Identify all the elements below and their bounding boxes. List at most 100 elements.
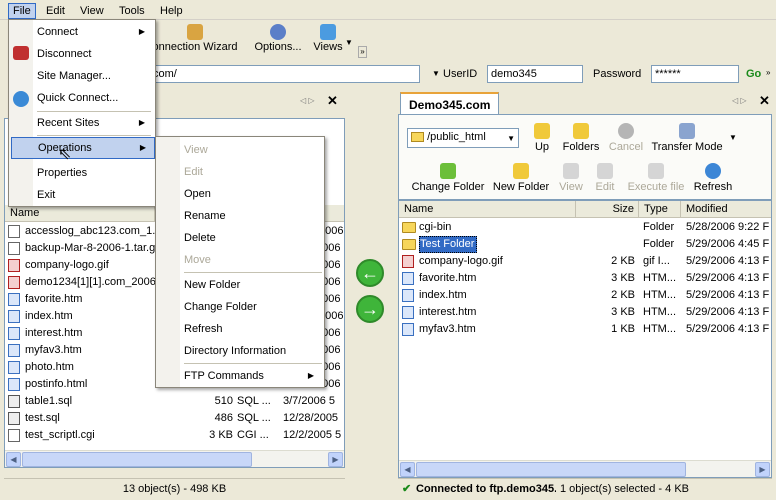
userid-input[interactable]: demo345 (487, 65, 583, 83)
menu-item-refresh[interactable]: Refresh (158, 318, 322, 340)
up-button[interactable]: Up (527, 123, 557, 153)
menu-item-change-folder[interactable]: Change Folder (158, 296, 322, 318)
menu-item-edit[interactable]: Edit (158, 161, 322, 183)
remote-file-row[interactable]: myfav3.htm 1 KB HTM... 5/29/2006 4:13 F (399, 321, 771, 338)
local-cell-name: test.sql (25, 412, 60, 424)
menu-help[interactable]: Help (156, 3, 187, 19)
remote-site-tab[interactable]: Demo345.com (400, 92, 500, 114)
menu-item-view[interactable]: View (158, 139, 322, 161)
remote-file-row[interactable]: favorite.htm 3 KB HTM... 5/29/2006 4:13 F (399, 270, 771, 287)
addr-chevron-icon[interactable]: » (766, 68, 770, 77)
transfer-mode-button[interactable]: Transfer Mode (649, 123, 725, 153)
remote-nav-icons[interactable]: ◁ ▷ (732, 96, 747, 105)
views-dropdown-icon[interactable]: ▼ (345, 38, 353, 47)
menu-item-connect[interactable]: Connect ▶ (11, 21, 153, 43)
menu-tools[interactable]: Tools (115, 3, 149, 19)
local-scroll-thumb[interactable] (22, 452, 252, 467)
scroll-right-icon[interactable]: ▶ (755, 462, 770, 477)
menu-item-operations[interactable]: Operations ▶ (11, 137, 155, 159)
menu-item-directory-information[interactable]: Directory Information (158, 340, 322, 362)
new-folder-icon (513, 163, 529, 179)
remote-file-row[interactable]: cgi-bin Folder 5/28/2006 9:22 F (399, 219, 771, 236)
gear-icon (270, 24, 286, 40)
local-file-row[interactable]: table1.sql 510 SQL ... 3/7/2006 5 (5, 393, 344, 410)
folder-icon (402, 239, 416, 250)
menu-item-site-manager[interactable]: Site Manager... (11, 65, 153, 87)
remote-file-row[interactable]: index.htm 2 KB HTM... 5/29/2006 4:13 F (399, 287, 771, 304)
remote-cell-mod: 5/29/2006 4:13 F (686, 272, 770, 284)
local-file-row[interactable]: test_scriptl.cgi 3 KB CGI ... 12/2/2005 5 (5, 427, 344, 444)
execute-file-button[interactable]: Execute file (627, 163, 685, 193)
local-cell-name: test_scriptl.cgi (25, 429, 95, 441)
options-button[interactable]: Options... (250, 24, 306, 58)
menu-file[interactable]: File (8, 3, 36, 19)
remote-col-type[interactable]: Type (639, 201, 681, 218)
menu-item-new-folder[interactable]: New Folder (158, 274, 322, 296)
local-hscrollbar[interactable]: ◀ ▶ (5, 450, 344, 467)
menu-item-quick-connect[interactable]: Quick Connect... (11, 87, 153, 109)
cancel-button[interactable]: Cancel (607, 123, 645, 153)
menu-item-rename[interactable]: Rename (158, 205, 322, 227)
go-button[interactable]: Go (746, 65, 761, 83)
download-arrow-icon[interactable]: ← (356, 259, 384, 287)
views-button[interactable]: Views (310, 24, 346, 58)
execute-label: Execute file (627, 181, 685, 193)
menu-edit[interactable]: Edit (42, 3, 69, 19)
menu-item-move[interactable]: Move (158, 249, 322, 271)
password-input[interactable]: ****** (651, 65, 739, 83)
remote-col-size[interactable]: Size (576, 201, 639, 218)
remote-col-modified[interactable]: Modified (681, 201, 771, 218)
remote-cell-mod: 5/28/2006 9:22 F (686, 221, 770, 233)
remote-hscrollbar[interactable]: ◀ ▶ (399, 460, 771, 477)
view-button[interactable]: View (557, 163, 585, 193)
change-folder-button[interactable]: Change Folder (411, 163, 485, 193)
menu-item-properties[interactable]: Properties (11, 162, 153, 184)
menu-item-delete[interactable]: Delete (158, 227, 322, 249)
menu-item-recent-sites[interactable]: Recent Sites ▶ (11, 112, 153, 134)
remote-file-row[interactable]: company-logo.gif 2 KB gif I... 5/29/2006 4:… (399, 253, 771, 270)
local-file-row[interactable]: test.sql 486 SQL ... 12/28/2005 (5, 410, 344, 427)
remote-cell-name: favorite.htm (419, 272, 477, 284)
password-label: Password (593, 68, 642, 80)
edit-icon (597, 163, 613, 179)
refresh-icon (705, 163, 721, 179)
new-folder-button[interactable]: New Folder (491, 163, 551, 193)
remote-cell-mod: 5/29/2006 4:13 F (686, 289, 770, 301)
change-folder-icon (440, 163, 456, 179)
folder-icon (411, 132, 424, 143)
remote-col-name[interactable]: Name (399, 201, 576, 218)
menu-item-open[interactable]: Open (158, 183, 322, 205)
toolbar-chevron-icon[interactable]: » (358, 46, 367, 58)
address-input[interactable]: com/ (150, 65, 420, 83)
local-col-name[interactable]: Name (5, 205, 155, 222)
remote-cell-size: 2 KB (611, 255, 635, 267)
scroll-right-icon[interactable]: ▶ (328, 452, 343, 467)
file-icon (8, 293, 20, 306)
remote-path-select[interactable]: /public_html ▼ (407, 128, 519, 148)
remote-file-row[interactable]: Test Folder Folder 5/29/2006 4:45 F (399, 236, 771, 253)
remote-file-row[interactable]: interest.htm 3 KB HTM... 5/29/2006 4:13 F (399, 304, 771, 321)
upload-arrow-icon[interactable]: → (356, 295, 384, 323)
submenu-arrow-icon: ▶ (307, 371, 314, 380)
connection-wizard-button[interactable]: onnection Wizard (150, 24, 240, 58)
remote-scroll-thumb[interactable] (416, 462, 686, 477)
file-icon (402, 323, 414, 336)
menu-item-disconnect[interactable]: Disconnect (11, 43, 153, 65)
scroll-left-icon[interactable]: ◀ (6, 452, 21, 467)
local-cell-name: interest.htm (25, 327, 83, 339)
menu-view[interactable]: View (76, 3, 108, 19)
local-cell-mod: 12/28/2005 (283, 412, 339, 424)
refresh-button[interactable]: Refresh (691, 163, 735, 193)
new-folder-label: New Folder (492, 181, 550, 193)
local-nav-icons[interactable]: ◁ ▷ (300, 96, 315, 105)
menu-item-ftp-commands[interactable]: FTP Commands ▶ (158, 365, 322, 387)
menu-item-exit[interactable]: Exit (11, 184, 153, 206)
remote-close-icon[interactable]: ✕ (759, 93, 770, 109)
folders-button[interactable]: Folders (561, 123, 601, 153)
transfer-mode-dropdown-icon[interactable]: ▼ (729, 133, 737, 142)
remote-cell-size (577, 219, 635, 236)
connect-label: Connect (37, 26, 78, 38)
local-close-icon[interactable]: ✕ (327, 93, 338, 109)
edit-button[interactable]: Edit (593, 163, 617, 193)
scroll-left-icon[interactable]: ◀ (400, 462, 415, 477)
